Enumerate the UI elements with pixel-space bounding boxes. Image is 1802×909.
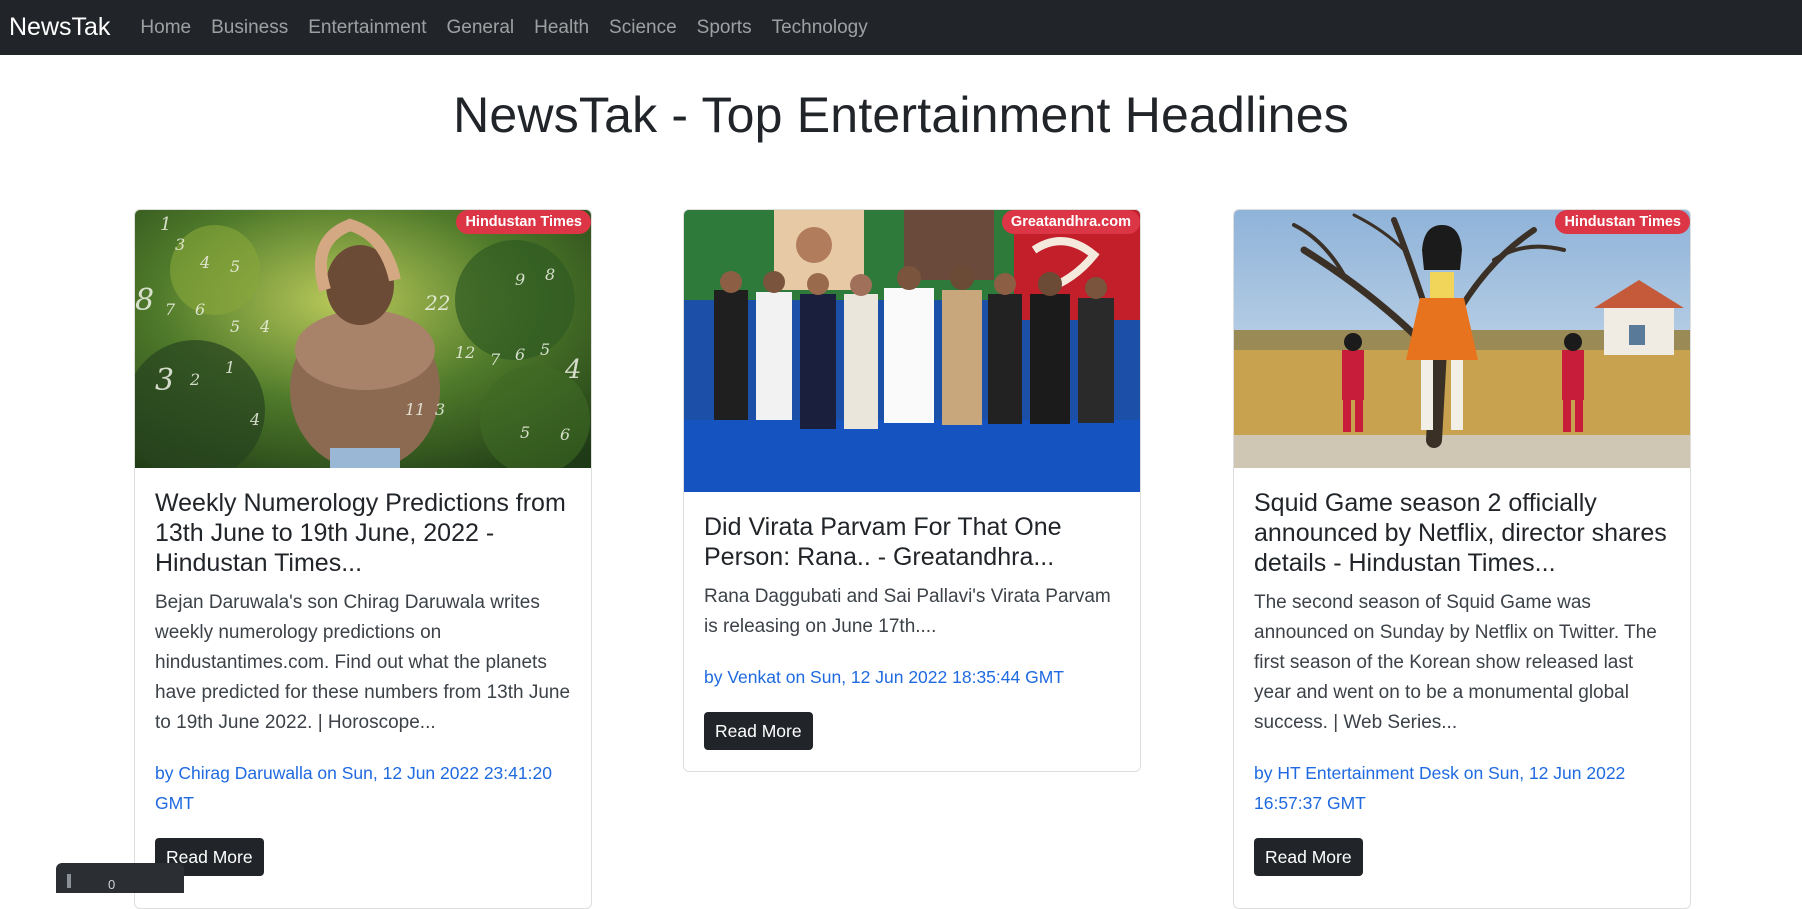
card-description: The second season of Squid Game was anno… — [1254, 592, 1657, 733]
svg-text:4: 4 — [249, 410, 260, 429]
read-more-button[interactable]: Read More — [704, 712, 813, 750]
nav-link-health[interactable]: Health — [534, 18, 589, 37]
svg-text:5: 5 — [230, 317, 240, 336]
floating-widget[interactable]: 0 — [56, 863, 184, 893]
nav-link-sports[interactable]: Sports — [697, 18, 752, 37]
card-author-date: by Venkat on Sun, 12 Jun 2022 18:35:44 G… — [704, 667, 1064, 687]
svg-text:5: 5 — [230, 257, 240, 276]
card-author-date: by HT Entertainment Desk on Sun, 12 Jun … — [1254, 763, 1626, 813]
brand-logo[interactable]: NewsTak — [9, 13, 110, 42]
numerology-photo: 13 45 87 65 43 21 229 812 76 54 11 3 56 4 — [135, 210, 591, 468]
nav-link-general[interactable]: General — [447, 18, 515, 37]
news-image-squid-game: Hindustan Times — [1234, 210, 1690, 468]
svg-text:11: 11 — [405, 400, 425, 419]
svg-text:6: 6 — [195, 300, 205, 319]
news-card: Hindustan Times Squid Game season 2 offi… — [1233, 209, 1691, 909]
news-card: 13 45 87 65 43 21 22 9 8 12 76 54 11 3 56 4… — [134, 209, 592, 909]
widget-value: 0 — [108, 877, 116, 892]
svg-text:12: 12 — [455, 343, 475, 362]
news-image-numerology: 13 45 87 65 43 21 22 9 8 12 76 54 11 3 56 4… — [135, 210, 591, 468]
svg-text:4: 4 — [259, 317, 270, 336]
nav-link-business[interactable]: Business — [211, 18, 288, 37]
svg-text:1: 1 — [225, 358, 235, 377]
svg-text:7: 7 — [165, 300, 176, 319]
nav-link-home[interactable]: Home — [140, 18, 191, 37]
svg-text:6: 6 — [560, 425, 570, 444]
svg-text:4: 4 — [199, 253, 210, 272]
card-description: Bejan Daruwala's son Chirag Daruwala wri… — [155, 592, 571, 733]
source-badge: Hindustan Times — [1555, 210, 1690, 234]
nav-link-technology[interactable]: Technology — [772, 18, 868, 37]
grip-icon[interactable] — [67, 874, 71, 888]
svg-text:3: 3 — [155, 363, 174, 398]
svg-text:3: 3 — [435, 400, 445, 419]
svg-text:3: 3 — [175, 235, 185, 254]
squid-game-photo — [1234, 210, 1690, 468]
svg-text:2: 2 — [189, 370, 200, 389]
source-badge: Greatandhra.com — [1001, 210, 1140, 234]
virata-parvam-photo — [684, 210, 1140, 492]
svg-text:8: 8 — [135, 283, 154, 318]
page-title: NewsTak - Top Entertainment Headlines — [453, 87, 1349, 143]
svg-text:5: 5 — [520, 423, 530, 442]
nav-link-science[interactable]: Science — [609, 18, 677, 37]
card-title: Squid Game season 2 officially announced… — [1254, 489, 1667, 577]
nav-link-entertainment[interactable]: Entertainment — [308, 18, 426, 37]
svg-text:8: 8 — [545, 265, 555, 284]
news-card: Greatandhra.com Did Virata Parvam For Th… — [683, 209, 1141, 772]
card-title: Did Virata Parvam For That One Person: R… — [704, 513, 1062, 571]
svg-text:9: 9 — [515, 270, 525, 289]
svg-text:1: 1 — [160, 214, 171, 235]
news-image-virata-parvam: Greatandhra.com — [684, 210, 1140, 492]
svg-text:6: 6 — [515, 345, 525, 364]
svg-text:7: 7 — [490, 350, 501, 369]
svg-text:4: 4 — [564, 355, 582, 385]
svg-text:22: 22 — [424, 291, 450, 315]
card-author-date: by Chirag Daruwalla on Sun, 12 Jun 2022 … — [155, 763, 552, 813]
card-title: Weekly Numerology Predictions from 13th … — [155, 489, 566, 577]
card-description: Rana Daggubati and Sai Pallavi's Virata … — [704, 586, 1111, 637]
top-navbar: NewsTak Home Business Entertainment Gene… — [0, 0, 1802, 55]
source-badge: Hindustan Times — [456, 210, 591, 234]
svg-text:5: 5 — [540, 340, 550, 359]
read-more-button[interactable]: Read More — [1254, 838, 1363, 876]
